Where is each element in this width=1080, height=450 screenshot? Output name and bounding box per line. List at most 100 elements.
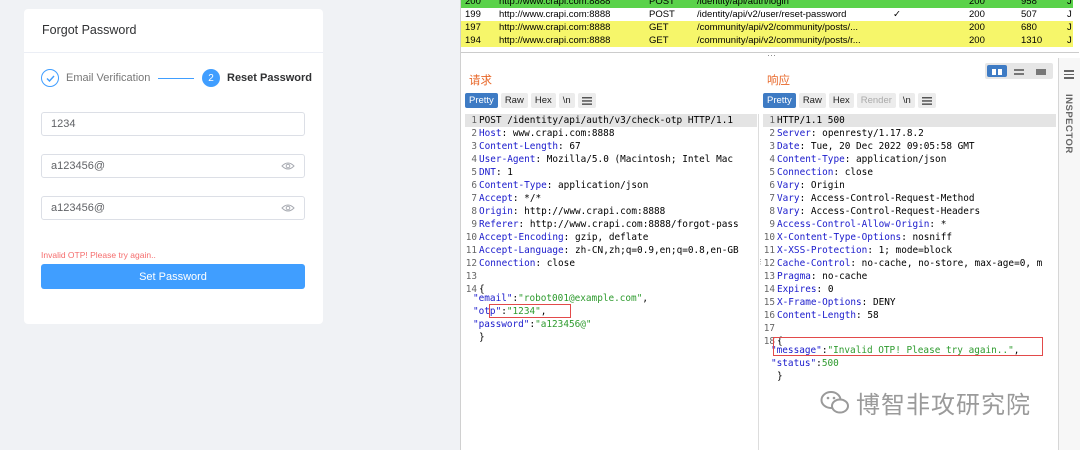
history-cell-host: http://www.crapi.com:8888 (499, 9, 611, 20)
confirm-password-input[interactable]: a123456@ (41, 196, 305, 220)
header-name: Accept-Encoding (479, 232, 564, 243)
request-line: 7 Accept: */* (465, 192, 541, 205)
request-tab-pretty[interactable]: Pretty (465, 93, 498, 108)
line-value: * (935, 219, 947, 230)
header-name: Access-Control-Allow-Origin (777, 219, 930, 230)
line-number: 5 (471, 167, 477, 178)
line-value: close (541, 258, 575, 269)
response-line: 4 Content-Type: application/json (763, 153, 946, 166)
line-value: Origin (805, 180, 845, 191)
response-line: 9 Access-Control-Allow-Origin: * (763, 218, 946, 231)
header-name: Content-Type (777, 154, 845, 165)
response-menu-icon[interactable] (917, 93, 936, 108)
request-line: 12 Connection: close (465, 258, 575, 269)
line-number: 10 (465, 232, 477, 243)
line-value: nosniff (906, 232, 952, 243)
line-value: 1 (501, 167, 513, 178)
request-tab-hex[interactable]: Hex (530, 93, 556, 108)
line-number: 16 (763, 310, 775, 321)
error-message: Invalid OTP! Please try again.. (41, 250, 156, 260)
request-tab-newline[interactable]: \n (558, 93, 575, 108)
response-tab-newline[interactable]: \n (898, 93, 915, 108)
line-number: 11 (763, 245, 775, 256)
line-number: 5 (769, 167, 775, 178)
response-tab-raw[interactable]: Raw (798, 93, 826, 108)
request-editor[interactable]: 1 POST /identity/api/auth/v3/check-otp HT… (465, 114, 757, 450)
request-line: 10 Accept-Encoding: gzip, deflate (465, 232, 649, 243)
line-number: 17 (763, 323, 775, 334)
line-number: 6 (769, 180, 775, 191)
line-number: 9 (769, 219, 775, 230)
otp-input[interactable]: 1234 (41, 112, 305, 136)
history-row[interactable]: 199 http://www.crapi.com:8888 POST/identit… (461, 8, 1073, 21)
line-value: Mozilla/5.0 (Macintosh; Intel Mac (541, 154, 734, 165)
history-cell-mime: J (1067, 35, 1072, 46)
split-grip[interactable]: ⋯ (767, 50, 777, 61)
line-value: Access-Control-Request-Headers (805, 206, 981, 217)
line-number: 1 (769, 115, 775, 126)
response-line: 7 Vary: Access-Control-Request-Method (763, 192, 974, 205)
line-value: Tue, 20 Dec 2022 09:05:58 GMT (805, 141, 975, 152)
json-key-password: "password" (473, 319, 530, 330)
response-line: 12 Cache-Control: no-cache, no-store, max… (763, 258, 1043, 269)
line-value: 1; mode=block (872, 245, 952, 256)
line-value: POST /identity/api/auth/v3/check-otp HTT… (479, 115, 733, 126)
otp-value: 1234 (51, 118, 76, 130)
layout-side-by-side-button[interactable] (987, 65, 1007, 77)
json-value-status: 500 (821, 358, 839, 369)
password-value: a123456@ (51, 160, 105, 172)
history-cell-method: GET (649, 35, 669, 46)
history-row[interactable]: 194 http://www.crapi.com:8888 GET/communit… (461, 34, 1073, 47)
line-value: */* (518, 193, 542, 204)
response-tab-render[interactable]: Render (856, 93, 896, 108)
history-row[interactable]: 197 http://www.crapi.com:8888 GET/communit… (461, 21, 1073, 34)
line-number: 3 (471, 141, 477, 152)
json-line: "password":"a123456@" (473, 319, 592, 330)
password-input[interactable]: a123456@ (41, 154, 305, 178)
eye-icon[interactable] (281, 203, 295, 213)
header-name: Pragma (777, 271, 811, 282)
layout-single-button[interactable] (1031, 65, 1051, 77)
response-tab-pretty[interactable]: Pretty (763, 93, 796, 108)
header-name: Vary (777, 206, 800, 217)
response-line: 1 HTTP/1.1 500 (763, 114, 845, 127)
response-line: 15 X-Frame-Options: DENY (763, 297, 896, 308)
header-name: Accept (479, 193, 513, 204)
step1-label: Email Verification (66, 72, 151, 84)
card-title: Forgot Password (42, 23, 137, 37)
pane-divider[interactable] (758, 114, 759, 450)
history-cell-url: /identity/api/auth/login (697, 0, 789, 7)
response-tab-hex[interactable]: Hex (828, 93, 854, 108)
history-cell-host: http://www.crapi.com:8888 (499, 35, 611, 46)
request-line: 4 User-Agent: Mozilla/5.0 (Macintosh; Int… (465, 153, 733, 166)
history-cell-num: 199 (465, 9, 481, 20)
line-value: HTTP/1.1 500 (777, 115, 845, 126)
response-title: 响应 (767, 75, 790, 87)
line-number: 13 (465, 271, 477, 282)
line-value: http://www.crapi.com:8888 (518, 206, 666, 217)
inspector-tab[interactable]: INSPECTOR (1058, 58, 1080, 450)
line-number: 2 (769, 128, 775, 139)
highlight-message-box (773, 337, 1043, 356)
history-cell-host: http://www.crapi.com:8888 (499, 22, 611, 33)
history-cell-method: POST (649, 0, 675, 7)
proxy-history-table: 200 http://www.crapi.com:8888 POST/identit… (461, 0, 1079, 53)
line-number: 13 (763, 271, 775, 282)
history-cell-length: 1310 (1021, 35, 1043, 46)
history-cell-length: 958 (1021, 0, 1037, 7)
eye-icon[interactable] (281, 161, 295, 171)
step-connector (158, 78, 194, 79)
layout-stacked-button[interactable] (1009, 65, 1029, 77)
response-line: 5 Connection: close (763, 166, 873, 179)
request-line: 2 Host: www.crapi.com:8888 (465, 127, 614, 140)
set-password-button[interactable]: Set Password (41, 264, 305, 289)
request-line: 9 Referer: http://www.crapi.com:8888/forg… (465, 218, 738, 231)
request-tab-raw[interactable]: Raw (500, 93, 528, 108)
header-name: Referer (479, 219, 519, 230)
step2-number: 2 (202, 69, 220, 87)
line-number: 12 (763, 258, 775, 269)
history-row[interactable]: 200 http://www.crapi.com:8888 POST/identit… (461, 0, 1073, 8)
request-menu-icon[interactable] (577, 93, 596, 108)
menu-icon[interactable] (1064, 68, 1074, 81)
response-line: 14 Expires: 0 (763, 284, 834, 295)
